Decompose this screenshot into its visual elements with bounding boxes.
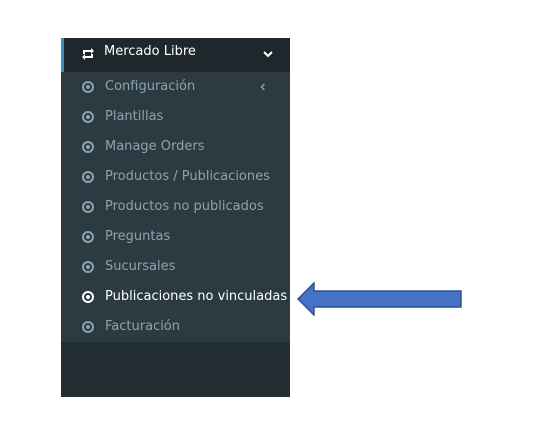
left-arrow-icon (297, 282, 462, 316)
submenu-item-publicaciones-no-vinculadas[interactable]: Publicaciones no vinculadas (61, 282, 290, 312)
submenu-item-label: Plantillas (105, 109, 164, 124)
chevron-down-icon[interactable] (262, 48, 274, 60)
sidebar-menu-mercado-libre[interactable]: Mercado Libre (61, 38, 290, 72)
submenu-item-label: Sucursales (105, 259, 176, 274)
submenu-item-label: Facturación (105, 319, 180, 334)
circle-dot-icon (82, 321, 94, 333)
submenu-item-label: Productos no publicados (105, 199, 264, 214)
circle-dot-icon (82, 171, 94, 183)
submenu-item-sucursales[interactable]: Sucursales (61, 252, 290, 282)
circle-dot-icon (82, 261, 94, 273)
submenu-item-label: Preguntas (105, 229, 171, 244)
sidebar: Mercado Libre Configuración Plantillas M… (61, 38, 290, 397)
circle-dot-icon (82, 291, 94, 303)
submenu-item-label: Manage Orders (105, 139, 205, 154)
submenu-item-label: Publicaciones no vinculadas (105, 289, 288, 304)
retweet-icon (82, 48, 94, 60)
submenu-item-productos-no-publicados[interactable]: Productos no publicados (61, 192, 290, 222)
sidebar-menu-label: Mercado Libre (104, 44, 196, 59)
submenu-item-label: Productos / Publicaciones (105, 169, 270, 184)
circle-dot-icon (82, 111, 94, 123)
sidebar-submenu: Configuración Plantillas Manage Orders P… (61, 72, 290, 342)
submenu-item-label: Configuración (105, 79, 196, 94)
submenu-item-configuracion[interactable]: Configuración (61, 72, 290, 102)
chevron-left-icon[interactable] (259, 83, 267, 91)
circle-dot-icon (82, 81, 94, 93)
circle-dot-icon (82, 201, 94, 213)
submenu-item-manage-orders[interactable]: Manage Orders (61, 132, 290, 162)
submenu-item-productos-publicaciones[interactable]: Productos / Publicaciones (61, 162, 290, 192)
submenu-item-plantillas[interactable]: Plantillas (61, 102, 290, 132)
circle-dot-icon (82, 141, 94, 153)
circle-dot-icon (82, 231, 94, 243)
submenu-item-preguntas[interactable]: Preguntas (61, 222, 290, 252)
submenu-item-facturacion[interactable]: Facturación (61, 312, 290, 342)
